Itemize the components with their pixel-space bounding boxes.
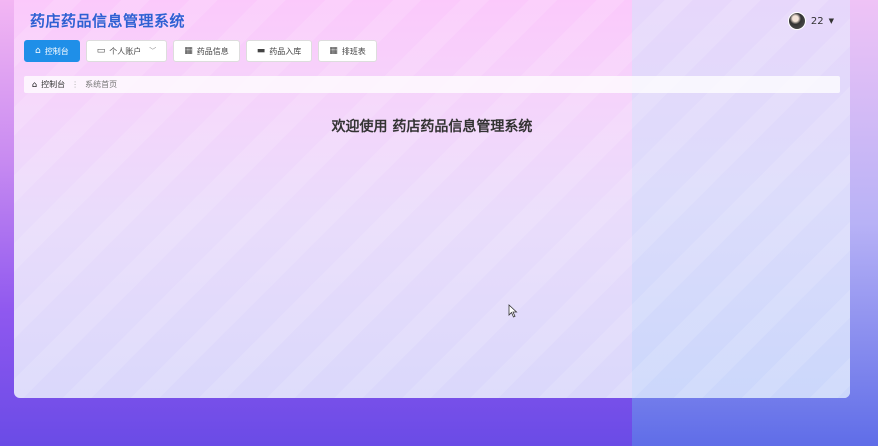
- user-menu[interactable]: 22 ▼: [787, 12, 834, 30]
- breadcrumb-current: 系统首页: [85, 80, 118, 89]
- main-panel: 药店药品信息管理系统 22 ▼ ⌂ 控制台 ▭ 个人账户 ﹀ ▦ 药品信息 ▬ …: [14, 0, 850, 398]
- personal-account-button[interactable]: ▭ 个人账户 ﹀: [85, 40, 168, 62]
- grid-icon: ▦: [329, 45, 338, 56]
- user-name[interactable]: 22: [811, 16, 824, 27]
- toolbar: ⌂ 控制台 ▭ 个人账户 ﹀ ▦ 药品信息 ▬ 药品入库 ▦ 排班表: [24, 40, 377, 62]
- caret-down-icon[interactable]: ▼: [829, 17, 834, 25]
- grid-icon: ▦: [184, 45, 193, 56]
- welcome-heading: 欢迎使用 药店药品信息管理系统: [331, 119, 533, 135]
- dashboard-button-label: 控制台: [44, 46, 69, 56]
- card-icon: ▭: [96, 45, 106, 56]
- app-title: 药店药品信息管理系统: [30, 12, 186, 30]
- avatar[interactable]: [787, 12, 806, 30]
- breadcrumb-separator: ⋮: [71, 80, 80, 89]
- chevron-down-icon: ﹀: [149, 47, 157, 55]
- schedule-button-label: 排班表: [341, 46, 366, 56]
- drug-info-button-label: 药品信息: [196, 46, 229, 56]
- schedule-button[interactable]: ▦ 排班表: [318, 40, 377, 62]
- personal-account-button-label: 个人账户: [109, 46, 142, 56]
- breadcrumb: ⌂ 控制台 ⋮ 系统首页: [24, 76, 840, 93]
- home-icon: ⌂: [32, 80, 38, 89]
- panel-right-band: [632, 0, 850, 398]
- drug-stock-in-button[interactable]: ▬ 药品入库: [245, 40, 313, 62]
- box-icon: ▬: [256, 45, 266, 56]
- drug-stock-in-button-label: 药品入库: [269, 46, 302, 56]
- dashboard-button[interactable]: ⌂ 控制台: [24, 40, 80, 62]
- home-icon: ⌂: [35, 45, 41, 56]
- drug-info-button[interactable]: ▦ 药品信息: [173, 40, 240, 62]
- breadcrumb-home[interactable]: 控制台: [41, 79, 65, 90]
- mouse-cursor-icon: [508, 304, 518, 318]
